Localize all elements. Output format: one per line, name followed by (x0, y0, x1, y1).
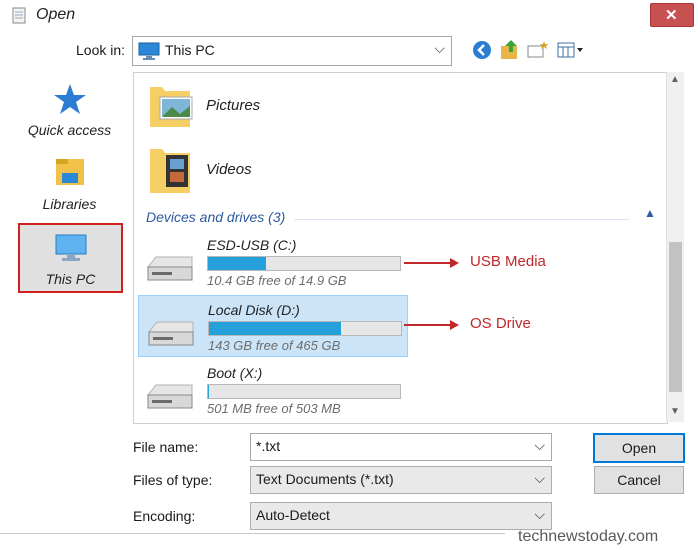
encoding-value: Auto-Detect (256, 507, 330, 523)
drive-item-c[interactable]: ESD-USB (C:) 10.4 GB free of 14.9 GB (138, 231, 408, 293)
watermark-rule (0, 533, 505, 534)
folder-item-pictures[interactable]: Pictures (134, 77, 654, 139)
view-menu-icon[interactable] (556, 38, 586, 62)
drive-name: Boot (X:) (207, 365, 263, 381)
sidebar-item-this-pc[interactable]: This PC (18, 223, 123, 293)
drive-usage-fill (208, 257, 266, 270)
sidebar-item-label: Quick access (27, 122, 112, 138)
back-icon[interactable] (470, 38, 494, 62)
scroll-down-icon[interactable]: ▼ (670, 406, 680, 417)
up-folder-icon[interactable] (498, 38, 522, 62)
look-in-label: Look in: (76, 42, 126, 58)
window-title: Open (36, 6, 76, 23)
close-icon: ✕ (665, 7, 678, 24)
scrollbar-thumb[interactable] (669, 242, 682, 392)
look-in-dropdown[interactable]: This PC ⌵ (132, 36, 452, 66)
drive-icon (146, 384, 193, 409)
places-sidebar: Quick access Libraries This PC (16, 72, 123, 422)
this-pc-icon (138, 42, 160, 60)
drive-name: ESD-USB (C:) (207, 237, 297, 253)
annotation-os-drive: OS Drive (470, 315, 531, 332)
file-list-pane: Pictures Videos Devices and drives (3) ▲… (133, 72, 668, 424)
drive-usage-fill (209, 322, 342, 335)
drive-icon (147, 321, 194, 346)
watermark-text: technewstoday.com (518, 528, 659, 545)
chevron-down-icon: ⌵ (534, 506, 545, 522)
title-bar (0, 0, 700, 30)
chevron-down-icon: ⌵ (434, 40, 445, 56)
file-type-label: Files of type: (133, 472, 213, 488)
encoding-select[interactable]: Auto-Detect ⌵ (250, 502, 552, 530)
folder-label: Videos (206, 161, 252, 178)
annotation-arrow-usb (404, 262, 452, 264)
new-folder-icon[interactable] (526, 38, 550, 62)
annotation-usb-media: USB Media (470, 253, 546, 270)
chevron-down-icon: ⌵ (534, 470, 545, 486)
drive-usage-bar (207, 384, 401, 399)
drive-free-space: 10.4 GB free of 14.9 GB (207, 273, 347, 288)
group-divider (294, 219, 629, 220)
drive-usage-fill (208, 385, 209, 398)
encoding-label: Encoding: (133, 508, 196, 524)
look-in-value: This PC (165, 42, 215, 58)
libraries-icon (56, 159, 84, 185)
folder-label: Pictures (206, 97, 261, 114)
drive-icon (146, 256, 193, 281)
file-name-value: *.txt (256, 438, 281, 454)
drive-usage-bar (207, 256, 401, 271)
sidebar-item-label: Libraries (42, 196, 97, 212)
scroll-up-icon[interactable]: ▲ (670, 74, 680, 85)
drive-usage-bar (208, 321, 402, 336)
file-name-input[interactable]: *.txt ⌵ (250, 433, 552, 461)
drive-item-d[interactable]: Local Disk (D:) 143 GB free of 465 GB (138, 295, 408, 357)
folder-item-videos[interactable]: Videos (134, 139, 654, 201)
vertical-scrollbar[interactable]: ▲ ▼ (666, 72, 684, 422)
sidebar-item-libraries[interactable]: Libraries (16, 155, 123, 225)
sidebar-item-quick-access[interactable]: Quick access (16, 82, 123, 152)
open-button[interactable]: Open (593, 433, 685, 463)
pictures-folder-icon (150, 87, 193, 127)
notepad-app-icon (12, 7, 26, 24)
arrowhead-icon (450, 258, 459, 268)
videos-folder-icon (150, 149, 190, 193)
sidebar-item-label: This PC (45, 271, 96, 287)
file-type-value: Text Documents (*.txt) (256, 471, 394, 487)
chevron-down-icon[interactable]: ⌵ (534, 437, 545, 454)
collapse-caret-icon[interactable]: ▲ (644, 206, 656, 220)
drive-free-space: 143 GB free of 465 GB (208, 338, 341, 353)
this-pc-icon (55, 234, 87, 261)
file-type-select[interactable]: Text Documents (*.txt) ⌵ (250, 466, 552, 494)
drive-name: Local Disk (D:) (208, 302, 300, 318)
close-button[interactable]: ✕ (650, 3, 694, 27)
drive-item-x[interactable]: Boot (X:) 501 MB free of 503 MB (138, 359, 408, 421)
arrowhead-icon (450, 320, 459, 330)
devices-group-header[interactable]: Devices and drives (3) (146, 209, 285, 225)
cancel-button[interactable]: Cancel (594, 466, 684, 494)
drive-free-space: 501 MB free of 503 MB (207, 401, 341, 416)
annotation-arrow-os (404, 324, 452, 326)
file-name-label: File name: (133, 439, 199, 455)
star-icon (54, 84, 86, 114)
